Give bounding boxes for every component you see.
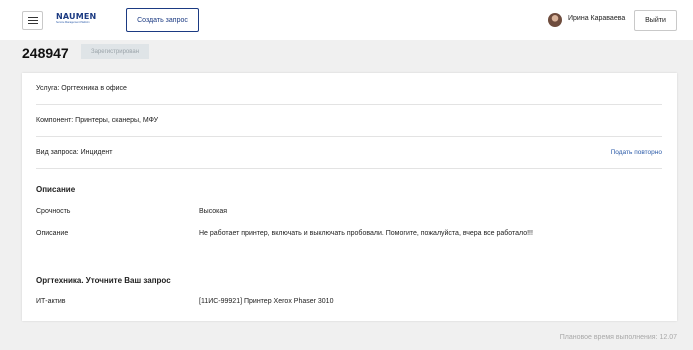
planned-completion-time: Плановое время выполнения: 12.07 <box>559 334 677 341</box>
menu-line <box>28 23 38 24</box>
urgency-value: Высокая <box>199 208 228 215</box>
service-text: Услуга: Оргтехника в офисе <box>36 85 127 92</box>
logo-subtitle: Service Management Platform <box>56 21 90 24</box>
it-asset-value: [11ИС-99921] Принтер Xerox Phaser 3010 <box>199 298 334 305</box>
naumen-logo[interactable]: NAUMEN Service Management Platform <box>56 13 102 29</box>
request-number: 248947 <box>22 45 69 61</box>
component-text: Компонент: Принтеры, сканеры, МФУ <box>36 117 159 124</box>
status-badge: Зарегистрирован <box>81 44 149 59</box>
description-value: Не работает принтер, включать и выключат… <box>199 230 533 237</box>
menu-line <box>28 20 38 21</box>
logo-text: NAUMEN <box>56 12 97 21</box>
user-name[interactable]: Ирина Караваева <box>568 15 625 22</box>
it-asset-label: ИТ-актив <box>36 298 66 305</box>
top-bar: NAUMEN Service Management Platform Созда… <box>0 0 693 40</box>
component-row: Компонент: Принтеры, сканеры, МФУ <box>36 105 662 137</box>
menu-icon[interactable] <box>22 11 43 30</box>
urgency-label: Срочность <box>36 208 71 215</box>
request-type-row: Вид запроса: Инцидент Подать повторно <box>36 137 662 169</box>
logout-button[interactable]: Выйти <box>634 10 677 31</box>
service-row: Услуга: Оргтехника в офисе <box>36 73 662 105</box>
create-request-button[interactable]: Создать запрос <box>126 8 199 32</box>
request-card: Услуга: Оргтехника в офисе Компонент: Пр… <box>22 73 677 321</box>
request-type-text: Вид запроса: Инцидент <box>36 149 113 156</box>
menu-line <box>28 17 38 18</box>
resubmit-link[interactable]: Подать повторно <box>611 149 662 156</box>
clarify-section-title: Оргтехника. Уточните Ваш запрос <box>36 276 171 285</box>
user-avatar[interactable] <box>548 13 562 27</box>
description-label: Описание <box>36 230 69 237</box>
description-section-title: Описание <box>36 185 76 194</box>
